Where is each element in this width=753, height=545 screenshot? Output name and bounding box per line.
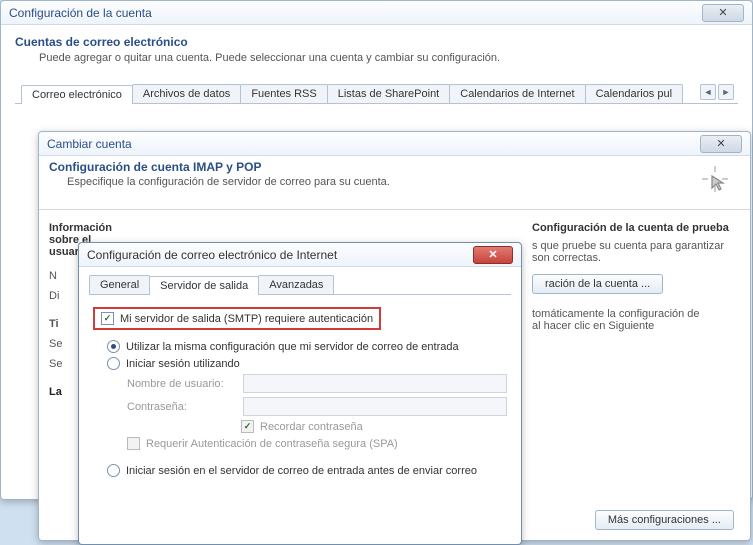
- use-same-settings-label: Utilizar la misma configuración que mi s…: [126, 341, 459, 353]
- titlebar: Cambiar cuenta ✕: [39, 132, 750, 156]
- remember-password-checkbox[interactable]: [241, 420, 254, 433]
- smtp-auth-label: Mi servidor de salida (SMTP) requiere au…: [120, 313, 373, 325]
- close-button[interactable]: ✕: [702, 4, 744, 22]
- tab-general[interactable]: General: [89, 275, 150, 294]
- tab-avanzadas[interactable]: Avanzadas: [258, 275, 334, 294]
- spa-checkbox[interactable]: [127, 437, 140, 450]
- tab-scroll-right-icon[interactable]: ►: [718, 84, 734, 100]
- test-config-text: son correctas.: [532, 252, 740, 264]
- cursor-icon: [700, 160, 740, 201]
- test-account-button[interactable]: ración de la cuenta ...: [532, 274, 663, 294]
- tab-calendarios-internet[interactable]: Calendarios de Internet: [449, 84, 585, 103]
- login-before-send-radio[interactable]: [107, 464, 120, 477]
- spa-label: Requerir Autenticación de contraseña seg…: [146, 438, 398, 450]
- tab-servidor-de-salida[interactable]: Servidor de salida: [149, 276, 259, 295]
- dialog-title: Cambiar cuenta: [47, 137, 700, 151]
- titlebar: Configuración de la cuenta ✕: [1, 1, 752, 25]
- section-heading: Cuentas de correo electrónico: [15, 35, 738, 49]
- header-subtext: Especifique la configuración de servidor…: [67, 176, 690, 188]
- remember-password-label: Recordar contraseña: [260, 421, 363, 433]
- close-button[interactable]: ✕: [700, 135, 742, 153]
- tab-listas-sharepoint[interactable]: Listas de SharePoint: [327, 84, 451, 103]
- username-input[interactable]: [243, 374, 507, 393]
- tab-calendarios-publicados[interactable]: Calendarios pul: [585, 84, 683, 103]
- tab-archivos-de-datos[interactable]: Archivos de datos: [132, 84, 241, 103]
- internet-email-config-dialog: Configuración de correo electrónico de I…: [78, 242, 522, 545]
- more-settings-button[interactable]: Más configuraciones ...: [595, 510, 734, 530]
- account-tabs: Correo electrónico Archivos de datos Fue…: [15, 84, 738, 104]
- close-button[interactable]: ✕: [473, 246, 513, 264]
- username-label: Nombre de usuario:: [127, 378, 237, 390]
- tab-fuentes-rss[interactable]: Fuentes RSS: [240, 84, 327, 103]
- login-using-radio[interactable]: [107, 357, 120, 370]
- tab-scroll-left-icon[interactable]: ◄: [700, 84, 716, 100]
- section-subtext: Puede agregar o quitar una cuenta. Puede…: [39, 52, 738, 64]
- tab-correo-electronico[interactable]: Correo electrónico: [21, 85, 133, 104]
- dialog-title: Configuración de la cuenta: [9, 6, 702, 20]
- header-title: Configuración de cuenta IMAP y POP: [49, 160, 690, 174]
- login-before-send-label: Iniciar sesión en el servidor de correo …: [126, 465, 477, 477]
- internet-tabs: General Servidor de salida Avanzadas: [89, 275, 511, 295]
- smtp-auth-highlight: Mi servidor de salida (SMTP) requiere au…: [93, 307, 381, 330]
- titlebar: Configuración de correo electrónico de I…: [79, 243, 521, 267]
- auto-test-text: tomáticamente la configuración de: [532, 308, 740, 320]
- tab-scroll-arrows: ◄ ►: [700, 84, 738, 103]
- test-config-label: Configuración de la cuenta de prueba: [532, 216, 740, 236]
- password-input[interactable]: [243, 397, 507, 416]
- password-label: Contraseña:: [127, 401, 237, 413]
- test-config-text: s que pruebe su cuenta para garantizar: [532, 240, 740, 252]
- login-using-label: Iniciar sesión utilizando: [126, 358, 240, 370]
- dialog-title: Configuración de correo electrónico de I…: [87, 248, 473, 262]
- smtp-auth-checkbox[interactable]: [101, 312, 114, 325]
- use-same-settings-radio[interactable]: [107, 340, 120, 353]
- auto-test-text: al hacer clic en Siguiente: [532, 320, 740, 332]
- dialog-header: Configuración de cuenta IMAP y POP Espec…: [39, 156, 750, 210]
